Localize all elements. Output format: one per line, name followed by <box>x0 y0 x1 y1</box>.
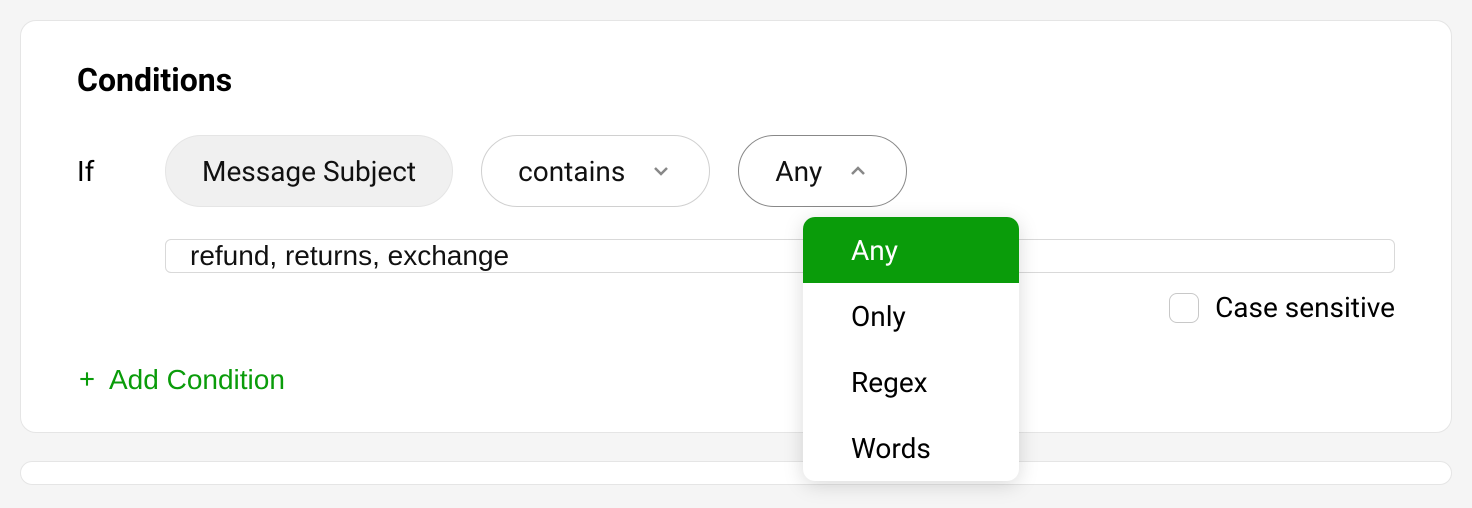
match-mode-label: Any <box>775 155 822 188</box>
dropdown-option-any[interactable]: Any <box>803 217 1019 283</box>
match-mode-dropdown: Any Only Regex Words <box>803 217 1019 481</box>
dropdown-option-only[interactable]: Only <box>803 283 1019 349</box>
case-sensitive-row: Case sensitive <box>1169 291 1395 324</box>
case-sensitive-container: Case sensitive <box>165 291 1395 324</box>
add-condition-button[interactable]: Add Condition <box>77 364 285 396</box>
operator-select[interactable]: contains <box>481 135 710 207</box>
plus-icon <box>77 364 97 396</box>
conditions-title: Conditions <box>77 61 1395 99</box>
match-mode-select[interactable]: Any <box>738 135 907 207</box>
dropdown-option-words[interactable]: Words <box>803 415 1019 481</box>
field-select[interactable]: Message Subject <box>165 135 453 207</box>
field-select-label: Message Subject <box>202 155 416 188</box>
operator-select-label: contains <box>518 155 625 188</box>
next-card-peek <box>20 461 1452 485</box>
condition-input-row: Case sensitive <box>165 239 1395 324</box>
case-sensitive-checkbox[interactable] <box>1169 293 1199 323</box>
if-label: If <box>77 155 137 188</box>
input-wrap: Case sensitive <box>165 239 1395 324</box>
chevron-down-icon <box>649 159 673 183</box>
condition-value-input[interactable] <box>165 239 1395 273</box>
case-sensitive-label: Case sensitive <box>1215 291 1395 324</box>
dropdown-option-regex[interactable]: Regex <box>803 349 1019 415</box>
add-condition-label: Add Condition <box>109 364 285 396</box>
condition-row: If Message Subject contains Any <box>77 135 1395 207</box>
conditions-card: Conditions If Message Subject contains A… <box>20 20 1452 433</box>
chevron-up-icon <box>846 159 870 183</box>
